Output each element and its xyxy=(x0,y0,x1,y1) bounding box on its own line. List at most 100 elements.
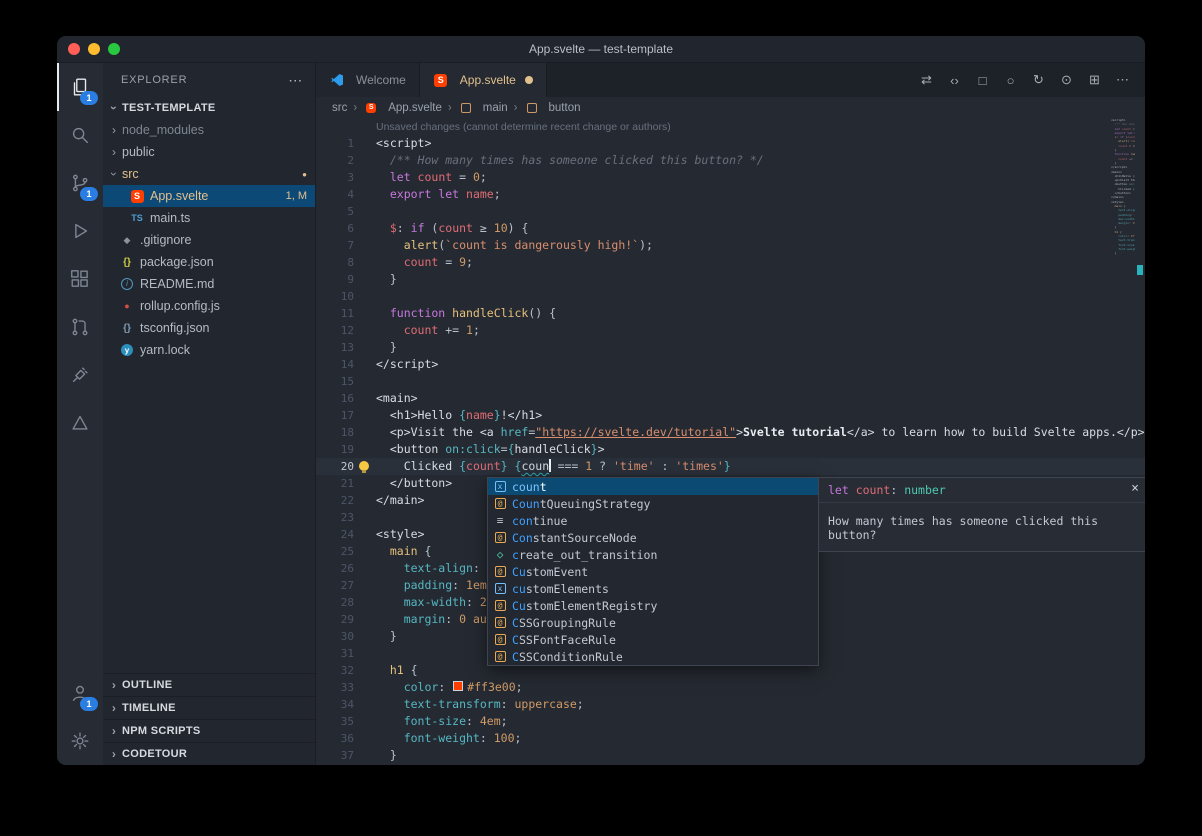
code-line-13[interactable]: 13} xyxy=(316,339,1145,356)
tab-app-svelte[interactable]: SApp.svelte xyxy=(420,63,547,97)
line-number[interactable]: 29 xyxy=(316,611,354,628)
code-line-11[interactable]: 11function handleClick() { xyxy=(316,305,1145,322)
code-line-33[interactable]: 33color: #ff3e00; xyxy=(316,679,1145,696)
code-line-4[interactable]: 4export let name; xyxy=(316,186,1145,203)
line-number[interactable]: 23 xyxy=(316,509,354,526)
code-line-7[interactable]: 7alert(`count is dangerously high!`); xyxy=(316,237,1145,254)
line-number[interactable]: 1 xyxy=(316,135,354,152)
tree-item-yarn-lock[interactable]: yyarn.lock xyxy=(103,339,315,361)
code-line-8[interactable]: 8count = 9; xyxy=(316,254,1145,271)
activity-extensions[interactable] xyxy=(57,255,103,303)
file-history-icon[interactable]: ⊙ xyxy=(1054,68,1079,93)
suggestion-cssgroupingrule[interactable]: CSSGroupingRule xyxy=(488,614,818,631)
line-number[interactable]: 25 xyxy=(316,543,354,560)
breadcrumb-item-main[interactable]: main xyxy=(458,102,508,114)
line-number[interactable]: 20 xyxy=(316,458,354,475)
line-number[interactable]: 11 xyxy=(316,305,354,322)
suggestion-cssfontfacerule[interactable]: CSSFontFaceRule xyxy=(488,631,818,648)
activity-codetour[interactable] xyxy=(57,399,103,447)
line-number[interactable]: 19 xyxy=(316,441,354,458)
line-number[interactable]: 22 xyxy=(316,492,354,509)
code-editor[interactable]: Unsaved changes (cannot determine recent… xyxy=(316,118,1145,765)
activity-accounts[interactable]: 1 xyxy=(57,669,103,717)
code-line-20[interactable]: 20Clicked {count} {coun === 1 ? 'time' :… xyxy=(316,458,1145,475)
suggestion-create-out-transition[interactable]: ◇create_out_transition xyxy=(488,546,818,563)
lightbulb-icon[interactable] xyxy=(359,461,369,471)
split-editor-icon[interactable]: ⊞ xyxy=(1082,68,1107,93)
code-line-17[interactable]: 17<h1>Hello {name}!</h1> xyxy=(316,407,1145,424)
zoom-button[interactable] xyxy=(108,43,120,55)
line-number[interactable]: 30 xyxy=(316,628,354,645)
more-actions-icon[interactable] xyxy=(288,72,303,89)
breadcrumb-item-button[interactable]: button xyxy=(524,102,581,114)
minimap[interactable]: <script> /** How many times has someone … xyxy=(1111,118,1135,256)
tree-item-package-json[interactable]: {}package.json xyxy=(103,251,315,273)
code-line-5[interactable]: 5 xyxy=(316,203,1145,220)
line-number[interactable]: 26 xyxy=(316,560,354,577)
suggestion-customevent[interactable]: CustomEvent xyxy=(488,563,818,580)
close-icon[interactable]: × xyxy=(1131,481,1139,496)
breadcrumb-item-src[interactable]: src xyxy=(332,102,347,114)
line-number[interactable]: 4 xyxy=(316,186,354,203)
line-number[interactable]: 27 xyxy=(316,577,354,594)
tree-item-tsconfig-json[interactable]: {}tsconfig.json xyxy=(103,317,315,339)
line-number[interactable]: 14 xyxy=(316,356,354,373)
tree-item-public[interactable]: public xyxy=(103,141,315,163)
line-number[interactable]: 35 xyxy=(316,713,354,730)
activity-remote-explorer[interactable] xyxy=(57,351,103,399)
code-line-9[interactable]: 9} xyxy=(316,271,1145,288)
line-number[interactable]: 36 xyxy=(316,730,354,747)
activity-explorer[interactable]: 1 xyxy=(57,63,103,111)
line-number[interactable]: 24 xyxy=(316,526,354,543)
sidebar-section-outline[interactable]: OUTLINE xyxy=(103,673,315,696)
tree-item-src[interactable]: src● xyxy=(103,163,315,185)
activity-source-control[interactable]: 1 xyxy=(57,159,103,207)
code-line-37[interactable]: 37} xyxy=(316,747,1145,764)
code-line-36[interactable]: 36font-weight: 100; xyxy=(316,730,1145,747)
open-changes-icon[interactable]: ‹› xyxy=(942,68,967,93)
line-number[interactable]: 17 xyxy=(316,407,354,424)
line-number[interactable]: 10 xyxy=(316,288,354,305)
code-line-35[interactable]: 35font-size: 4em; xyxy=(316,713,1145,730)
open-preview-icon[interactable]: □ xyxy=(970,68,995,93)
code-line-1[interactable]: 1<script> xyxy=(316,135,1145,152)
code-line-16[interactable]: 16<main> xyxy=(316,390,1145,407)
code-line-15[interactable]: 15 xyxy=(316,373,1145,390)
code-line-19[interactable]: 19<button on:click={handleClick}> xyxy=(316,441,1145,458)
workspace-header[interactable]: TEST-TEMPLATE xyxy=(103,97,315,119)
line-number[interactable]: 12 xyxy=(316,322,354,339)
line-number[interactable]: 32 xyxy=(316,662,354,679)
sidebar-section-npm-scripts[interactable]: NPM SCRIPTS xyxy=(103,719,315,742)
activity-settings[interactable] xyxy=(57,717,103,765)
previous-change-icon[interactable]: ○ xyxy=(998,68,1023,93)
tree-item-readme-md[interactable]: iREADME.md xyxy=(103,273,315,295)
line-number[interactable]: 33 xyxy=(316,679,354,696)
suggestion-continue[interactable]: ≡continue xyxy=(488,512,818,529)
line-number[interactable]: 16 xyxy=(316,390,354,407)
line-number[interactable]: 21 xyxy=(316,475,354,492)
sidebar-section-timeline[interactable]: TIMELINE xyxy=(103,696,315,719)
breadcrumb-item-app-svelte[interactable]: SApp.svelte xyxy=(363,102,442,114)
tree-item-app-svelte[interactable]: SApp.svelte1, M xyxy=(103,185,315,207)
next-change-icon[interactable]: ↻ xyxy=(1026,68,1051,93)
line-number[interactable]: 28 xyxy=(316,594,354,611)
line-number[interactable]: 37 xyxy=(316,747,354,764)
tree-item-node-modules[interactable]: node_modules xyxy=(103,119,315,141)
code-line-3[interactable]: 3let count = 0; xyxy=(316,169,1145,186)
line-number[interactable]: 3 xyxy=(316,169,354,186)
close-button[interactable] xyxy=(68,43,80,55)
line-number[interactable]: 13 xyxy=(316,339,354,356)
line-number[interactable]: 7 xyxy=(316,237,354,254)
suggestion-cssconditionrule[interactable]: CSSConditionRule xyxy=(488,648,818,665)
suggestion-countqueuingstrategy[interactable]: CountQueuingStrategy xyxy=(488,495,818,512)
line-number[interactable]: 31 xyxy=(316,645,354,662)
code-line-2[interactable]: 2/** How many times has someone clicked … xyxy=(316,152,1145,169)
line-number[interactable]: 9 xyxy=(316,271,354,288)
suggestion-customelements[interactable]: customElements xyxy=(488,580,818,597)
line-number[interactable]: 2 xyxy=(316,152,354,169)
sidebar-section-codetour[interactable]: CODETOUR xyxy=(103,742,315,765)
code-line-10[interactable]: 10 xyxy=(316,288,1145,305)
line-number[interactable]: 15 xyxy=(316,373,354,390)
activity-run-and-debug[interactable] xyxy=(57,207,103,255)
activity-github-pull-requests[interactable] xyxy=(57,303,103,351)
